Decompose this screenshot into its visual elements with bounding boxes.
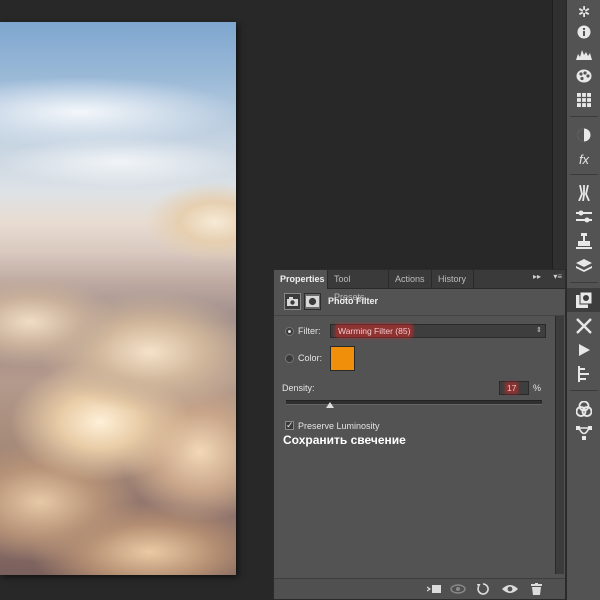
color-palette-icon[interactable] bbox=[567, 64, 600, 88]
swatches-grid-icon[interactable] bbox=[567, 88, 600, 112]
russian-caption: Сохранить свечение bbox=[283, 433, 406, 447]
visibility-eye-icon[interactable] bbox=[501, 581, 519, 597]
preserve-luminosity-label: Preserve Luminosity bbox=[298, 421, 380, 431]
panel-scrollbar[interactable] bbox=[555, 316, 564, 574]
info-icon[interactable] bbox=[567, 20, 600, 44]
filter-dropdown[interactable]: Warming Filter (85) ⇕ bbox=[330, 324, 546, 338]
styles-fx-icon[interactable]: fx bbox=[567, 147, 600, 171]
density-slider-thumb[interactable] bbox=[325, 402, 334, 408]
layers-icon[interactable] bbox=[567, 254, 600, 278]
brushes-icon[interactable] bbox=[567, 181, 600, 205]
adjustment-layer-icon[interactable] bbox=[284, 293, 301, 310]
layer-mask-icon[interactable] bbox=[304, 293, 321, 310]
density-input[interactable]: 17 bbox=[499, 381, 529, 395]
density-value: 17 bbox=[506, 383, 518, 393]
tab-tool-presets[interactable]: Tool Presets bbox=[328, 270, 389, 302]
histogram-icon[interactable] bbox=[567, 42, 600, 66]
properties-panel: Properties Tool Presets Actions History … bbox=[273, 269, 566, 600]
panel-dock: ✲ fx bbox=[566, 0, 600, 600]
properties-icon[interactable] bbox=[567, 288, 600, 312]
delete-trash-icon[interactable] bbox=[527, 581, 545, 597]
filter-dropdown-value: Warming Filter (85) bbox=[336, 325, 413, 337]
play-icon[interactable] bbox=[567, 338, 600, 362]
paths-icon[interactable] bbox=[567, 421, 600, 445]
density-label: Density: bbox=[282, 383, 315, 393]
preserve-luminosity-checkbox[interactable]: ✓ bbox=[285, 421, 294, 430]
panel-menu-icon[interactable]: ▾≡ bbox=[553, 272, 562, 281]
density-unit: % bbox=[533, 383, 542, 393]
tab-properties[interactable]: Properties bbox=[274, 270, 328, 289]
brush-presets-icon[interactable] bbox=[567, 205, 600, 229]
color-radio[interactable] bbox=[285, 354, 294, 363]
updown-arrow-icon: ⇕ bbox=[536, 327, 542, 334]
adjustment-header: Photo Filter bbox=[274, 289, 565, 316]
clip-to-layer-icon[interactable] bbox=[425, 581, 443, 597]
filter-radio[interactable] bbox=[285, 327, 294, 336]
color-swatch[interactable] bbox=[330, 346, 355, 371]
adjustments-icon[interactable] bbox=[567, 123, 600, 147]
filter-label: Filter: bbox=[298, 326, 321, 336]
tools-icon[interactable] bbox=[567, 314, 600, 338]
panel-tabbar: Properties Tool Presets Actions History … bbox=[274, 270, 565, 302]
clone-source-icon[interactable] bbox=[567, 229, 600, 253]
density-slider-track[interactable] bbox=[286, 400, 542, 405]
tab-actions[interactable]: Actions bbox=[389, 270, 432, 288]
reset-icon[interactable] bbox=[474, 581, 492, 597]
channels-icon[interactable] bbox=[567, 397, 600, 421]
timeline-icon[interactable] bbox=[567, 362, 600, 386]
checkmark-icon: ✓ bbox=[286, 420, 294, 430]
adjustment-title: Photo Filter bbox=[328, 296, 378, 306]
tab-history[interactable]: History bbox=[432, 270, 474, 288]
color-label: Color: bbox=[298, 353, 323, 363]
cloud-photo[interactable] bbox=[0, 22, 236, 575]
panel-footer bbox=[274, 578, 565, 599]
collapse-panel-icon[interactable]: ▸▸ bbox=[533, 272, 541, 281]
view-previous-state-icon[interactable] bbox=[449, 581, 467, 597]
